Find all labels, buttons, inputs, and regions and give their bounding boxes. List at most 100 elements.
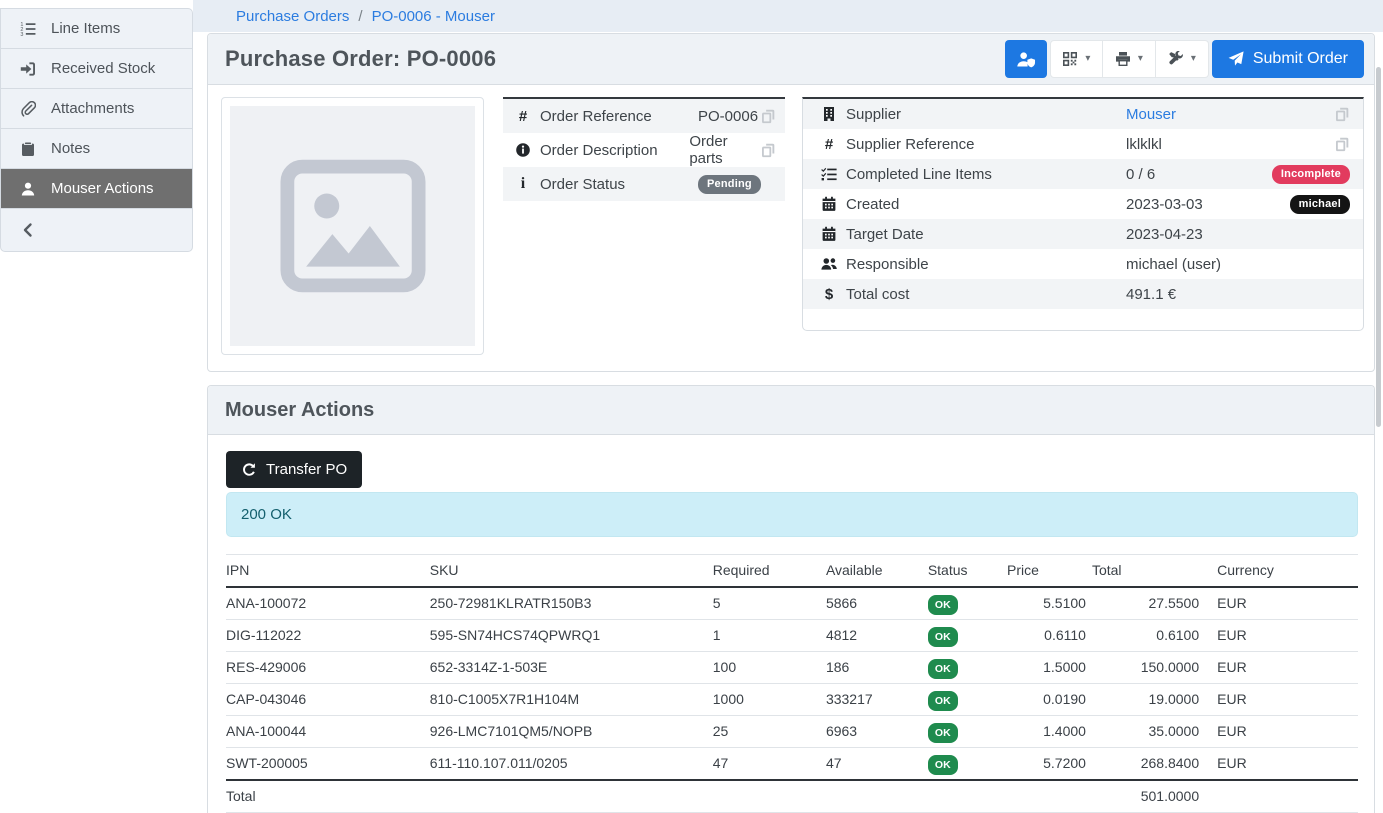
- detail-row-target-date: Target Date2023-04-23: [803, 219, 1363, 249]
- sidebar-item-attachments[interactable]: Attachments: [1, 89, 192, 129]
- cell-currency: EUR: [1205, 716, 1358, 748]
- sidebar-item-mouser-actions[interactable]: Mouser Actions: [1, 169, 192, 209]
- ok-status-badge: OK: [928, 595, 958, 615]
- detail-row-supplier-reference: #Supplier Referencelklklkl: [803, 129, 1363, 159]
- detail-value: 491.1 €: [1126, 286, 1176, 303]
- rotate-icon: [241, 462, 257, 478]
- cell-ipn: ANA-100044: [226, 716, 430, 748]
- column-header-available: Available: [826, 555, 928, 588]
- sidebar-list: 123Line Items Received Stock Attachments No…: [0, 8, 193, 252]
- detail-value: lklklkl: [1126, 136, 1162, 153]
- cell-available: 6963: [826, 716, 928, 748]
- cell-status: OK: [928, 620, 1007, 652]
- ok-status-badge: OK: [928, 627, 958, 647]
- transfer-po-button[interactable]: Transfer PO: [226, 451, 362, 488]
- sidebar: 123Line Items Received Stock Attachments No…: [0, 8, 193, 252]
- cell-total: 35.0000: [1092, 716, 1205, 748]
- caret-down-icon: ▾: [1138, 54, 1143, 64]
- sidebar-item-received-stock[interactable]: Received Stock: [1, 49, 192, 89]
- detail-value: 0 / 6: [1126, 166, 1155, 183]
- ok-status-badge: OK: [928, 755, 958, 775]
- purchase-order-body: #Order ReferencePO-0006Order Description…: [208, 85, 1374, 371]
- table-row-cap-043046: CAP-043046810-C1005X7R1H104M1000333217OK…: [226, 684, 1358, 716]
- cell-price: 1.5000: [1007, 652, 1092, 684]
- detail-value: michael (user): [1126, 256, 1221, 273]
- cell-total: 150.0000: [1092, 652, 1205, 684]
- total-label: Total: [226, 780, 430, 813]
- detail-row-total-cost: $Total cost491.1 €: [803, 279, 1363, 309]
- copy-icon[interactable]: [761, 109, 776, 124]
- printer-icon: [1115, 51, 1131, 67]
- badge-michael: michael: [1290, 195, 1350, 214]
- sidebar-item-line-items[interactable]: 123Line Items: [1, 9, 192, 49]
- column-header-status: Status: [928, 555, 1007, 588]
- cell-price: 5.5100: [1007, 587, 1092, 620]
- purchase-order-card-header: Purchase Order: PO-0006 ▾▾▾ Submit Order: [208, 34, 1374, 85]
- table-row-dig-112022: DIG-112022595-SN74HCS74QPWRQ114812OK0.61…: [226, 620, 1358, 652]
- print-actions-button[interactable]: ▾: [1103, 40, 1156, 78]
- mouser-actions-card-header: Mouser Actions: [208, 386, 1374, 435]
- tools-icon: [1168, 51, 1184, 67]
- cell-price: 0.6110: [1007, 620, 1092, 652]
- supplier-details-table: SupplierMouser#Supplier Referencelklklkl…: [803, 99, 1363, 309]
- cell-sku: 810-C1005X7R1H104M: [430, 684, 713, 716]
- mouser-actions-card: Mouser Actions Transfer PO 200 OK IPNSKU…: [207, 385, 1375, 813]
- ok-status-badge: OK: [928, 659, 958, 679]
- part-image-card[interactable]: [221, 97, 484, 355]
- cell-available: 4812: [826, 620, 928, 652]
- cell-status: OK: [928, 587, 1007, 620]
- breadcrumb: Purchase Orders / PO-0006 - Mouser: [193, 0, 1383, 32]
- cell-ipn: CAP-043046: [226, 684, 430, 716]
- cell-available: 186: [826, 652, 928, 684]
- cell-ipn: DIG-112022: [226, 620, 430, 652]
- chevron-left-icon: [16, 222, 40, 238]
- sidebar-item-label: Mouser Actions: [51, 180, 154, 197]
- copy-icon[interactable]: [1335, 107, 1350, 122]
- building-icon: [817, 106, 841, 122]
- user-icon: [16, 181, 40, 197]
- cell-required: 1: [713, 620, 826, 652]
- cell-required: 1000: [713, 684, 826, 716]
- image-placeholder: [230, 106, 475, 346]
- detail-value-link[interactable]: Mouser: [1126, 106, 1176, 123]
- detail-value: Order parts: [689, 133, 761, 167]
- sidebar-item-notes[interactable]: Notes: [1, 129, 192, 169]
- cell-status: OK: [928, 748, 1007, 781]
- header-actions: ▾ ▾ ▾ Submit Order: [1005, 40, 1364, 78]
- breadcrumb-link-po-0006-mouser[interactable]: PO-0006 - Mouser: [372, 8, 495, 25]
- detail-value: PO-0006: [698, 108, 758, 125]
- cell-available: 333217: [826, 684, 928, 716]
- cell-price: 5.7200: [1007, 748, 1092, 781]
- sidebar-collapse-button[interactable]: [1, 209, 192, 251]
- mouser-actions-body: Transfer PO 200 OK IPNSKURequiredAvailab…: [208, 435, 1374, 813]
- cell-required: 100: [713, 652, 826, 684]
- cell-total: 19.0000: [1092, 684, 1205, 716]
- status-alert: 200 OK: [226, 492, 1358, 537]
- cell-price: 0.0190: [1007, 684, 1092, 716]
- scrollbar-thumb[interactable]: [1376, 67, 1381, 427]
- copy-icon[interactable]: [761, 143, 776, 158]
- detail-row-completed-line-items: Completed Line Items0 / 6Incomplete: [803, 159, 1363, 189]
- detail-label: Target Date: [846, 226, 1126, 243]
- cell-currency: EUR: [1205, 620, 1358, 652]
- detail-label: Order Reference: [540, 108, 698, 125]
- status-badge: Pending: [698, 175, 761, 194]
- sidebar-item-label: Notes: [51, 140, 90, 157]
- submit-order-button[interactable]: Submit Order: [1212, 40, 1364, 78]
- cell-status: OK: [928, 684, 1007, 716]
- cell-available: 5866: [826, 587, 928, 620]
- caret-down-icon: ▾: [1191, 54, 1196, 64]
- copy-icon[interactable]: [1335, 137, 1350, 152]
- breadcrumb-link-purchase-orders[interactable]: Purchase Orders: [236, 8, 349, 25]
- barcode-actions-button[interactable]: ▾: [1050, 40, 1103, 78]
- detail-row-supplier: SupplierMouser: [803, 99, 1363, 129]
- table-row-res-429006: RES-429006652-3314Z-1-503E100186OK1.5000…: [226, 652, 1358, 684]
- info-plain-icon: i: [511, 176, 535, 192]
- cell-available: 47: [826, 748, 928, 781]
- breadcrumb-separator: /: [358, 8, 362, 25]
- order-actions-button[interactable]: ▾: [1156, 40, 1209, 78]
- sidebar-item-label: Received Stock: [51, 60, 155, 77]
- detail-label: Created: [846, 196, 1126, 213]
- detail-label: Supplier Reference: [846, 136, 1126, 153]
- admin-button[interactable]: [1005, 40, 1047, 78]
